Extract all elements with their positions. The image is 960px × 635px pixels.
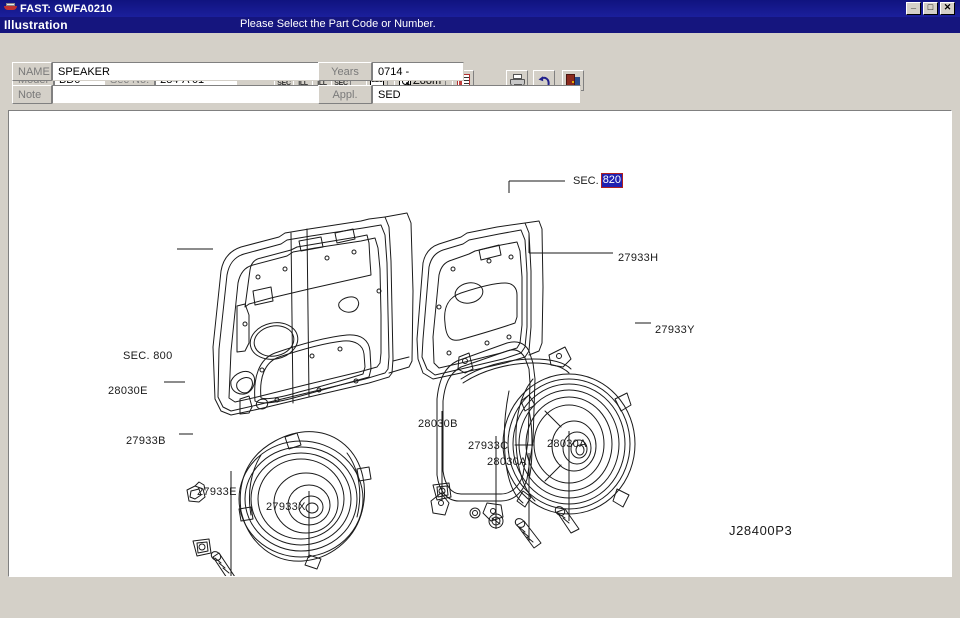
minimize-button[interactable]: _ xyxy=(906,0,921,15)
callout-27933x[interactable]: 27933X xyxy=(266,501,306,513)
divider xyxy=(0,580,960,581)
years-row: Years 0714 - xyxy=(318,62,464,81)
name-row: NAME SPEAKER xyxy=(12,62,323,81)
window-footer xyxy=(0,618,960,635)
callout-27933e[interactable]: 27933E xyxy=(197,486,237,498)
toolbar: Model BD0 Sec No. 284-A 01 SEC ILL ILL S… xyxy=(0,33,960,91)
page-title: Illustration xyxy=(4,18,68,32)
drawing-number: J28400P3 xyxy=(729,523,793,538)
appl-row: Appl. SED xyxy=(318,85,581,104)
callout-27933b[interactable]: 27933B xyxy=(126,435,166,447)
callout-28030a-right[interactable]: 28030A xyxy=(547,438,587,450)
title-bar: FAST: GWFA0210 _ □ ✕ xyxy=(0,0,960,17)
name-label: NAME xyxy=(12,62,52,81)
appl-value: SED xyxy=(372,85,581,104)
illustration-canvas[interactable]: SEC. 800 SEC. 820 27933H 27933Y 28030E 2… xyxy=(8,110,952,577)
app-icon xyxy=(4,2,17,15)
minimize-icon: _ xyxy=(910,0,916,10)
name-value: SPEAKER xyxy=(52,62,323,81)
note-label: Note xyxy=(12,85,52,104)
parts-diagram xyxy=(164,180,651,576)
window-controls: _ □ ✕ xyxy=(906,0,958,15)
maximize-button[interactable]: □ xyxy=(923,2,938,15)
note-row: Note xyxy=(12,85,323,104)
prompt-message: Please Select the Part Code or Number. xyxy=(240,18,436,30)
application-window: FAST: GWFA0210 _ □ ✕ Illustration Please… xyxy=(0,0,960,635)
note-value xyxy=(52,85,323,104)
years-label: Years xyxy=(318,62,372,81)
selected-part-code[interactable]: 820 xyxy=(600,173,624,188)
sec-prefix-label: SEC. xyxy=(573,174,599,187)
callout-28030b[interactable]: 28030B xyxy=(418,418,458,430)
screen-header: Illustration Please Select the Part Code… xyxy=(0,17,960,33)
maximize-icon: □ xyxy=(927,2,934,12)
status-bar: 820 REAR DOOR PANEL & FITTING Page 1 / 1 xyxy=(0,585,960,615)
callout-27933c[interactable]: 27933C xyxy=(468,440,508,452)
callout-sec-820[interactable]: SEC. 820 xyxy=(573,173,624,188)
appl-label: Appl. xyxy=(318,85,372,104)
close-icon: ✕ xyxy=(943,2,952,12)
window-title: FAST: GWFA0210 xyxy=(20,2,113,15)
close-button[interactable]: ✕ xyxy=(940,2,955,15)
callout-28030e[interactable]: 28030E xyxy=(108,385,148,397)
callout-sec-800[interactable]: SEC. 800 xyxy=(123,350,172,362)
callout-28030a-lower[interactable]: 28030A xyxy=(487,456,527,468)
callout-27933y[interactable]: 27933Y xyxy=(655,324,695,336)
callout-27933h[interactable]: 27933H xyxy=(618,252,658,264)
years-value: 0714 - xyxy=(372,62,464,81)
